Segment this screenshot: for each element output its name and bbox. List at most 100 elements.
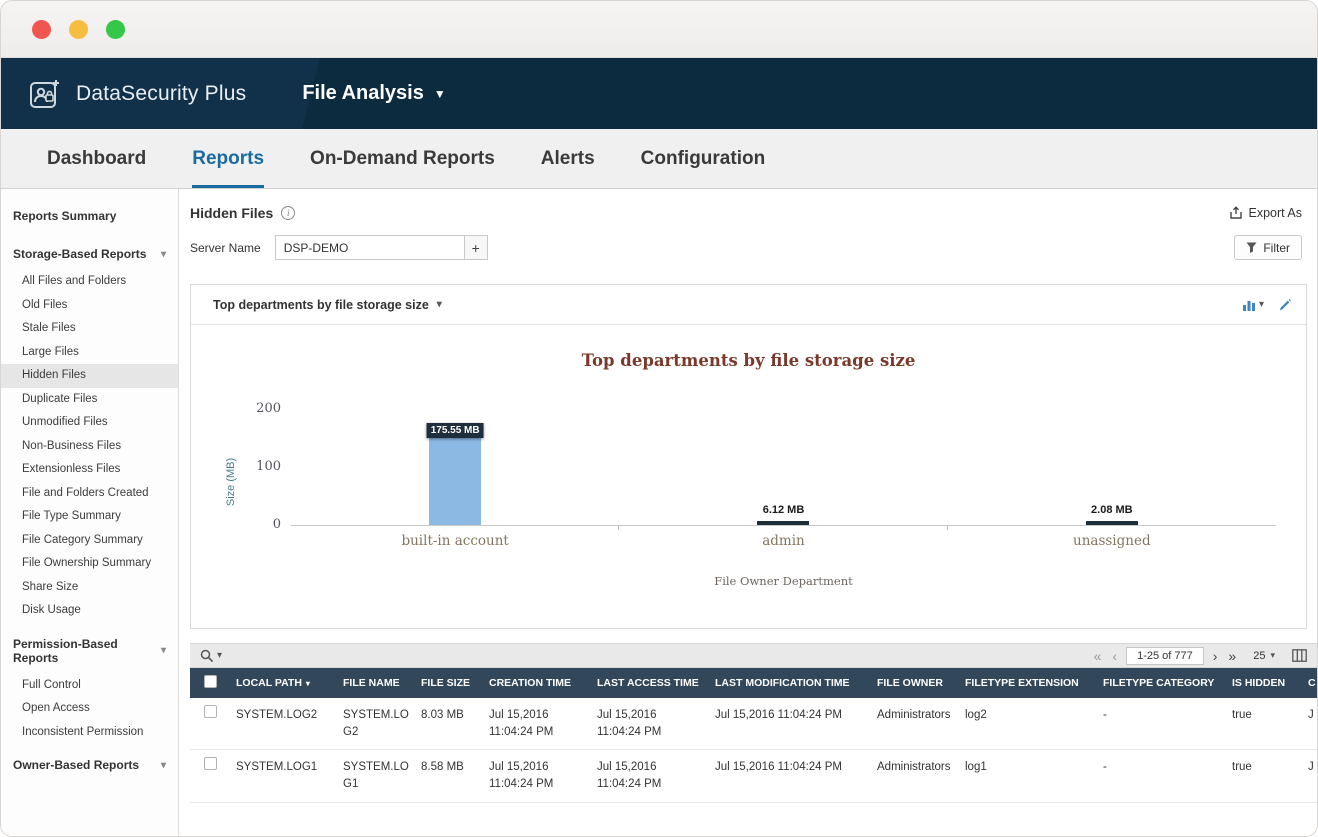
- chevron-down-icon: ▼: [434, 87, 446, 101]
- bar-value-label: 6.12 MB: [763, 504, 805, 516]
- sidebar-item-all-files-and-folders[interactable]: All Files and Folders: [1, 270, 178, 294]
- sidebar-item-non-business-files[interactable]: Non-Business Files: [1, 435, 178, 459]
- server-name-label: Server Name: [190, 241, 261, 255]
- cell-file-size: 8.03 MB: [415, 698, 483, 750]
- sidebar-item-share-size[interactable]: Share Size: [1, 576, 178, 600]
- column-header-last-access-time[interactable]: LAST ACCESS TIME: [591, 668, 709, 698]
- nav-tab-dashboard[interactable]: Dashboard: [47, 129, 146, 188]
- x-axis-label: File Owner Department: [261, 574, 1306, 628]
- filter-label: Filter: [1263, 241, 1290, 255]
- last-page-button[interactable]: »: [1226, 649, 1238, 663]
- cell-file-name: SYSTEM.LOG1: [337, 750, 415, 802]
- chart-bar-group: 2.08 MBunassigned: [948, 410, 1276, 525]
- page-size-dropdown[interactable]: 25 ▾: [1253, 650, 1275, 662]
- chevron-down-icon: ▾: [161, 645, 166, 656]
- filter-button[interactable]: Filter: [1234, 235, 1302, 260]
- sidebar-item-inconsistent-permission[interactable]: Inconsistent Permission: [1, 721, 178, 745]
- table-toolbar: ▾ « ‹ 1-25 of 777 › » 25 ▾: [190, 643, 1317, 668]
- sidebar-item-old-files[interactable]: Old Files: [1, 294, 178, 318]
- sidebar-item-file-and-folders-created[interactable]: File and Folders Created: [1, 482, 178, 506]
- column-header-filetype-category[interactable]: FILETYPE CATEGORY: [1097, 668, 1226, 698]
- select-all-checkbox[interactable]: [204, 675, 217, 688]
- column-header-file-owner[interactable]: FILE OWNER: [871, 668, 959, 698]
- chevron-down-icon: ▾: [1259, 299, 1264, 310]
- sidebar-item-file-ownership-summary[interactable]: File Ownership Summary: [1, 552, 178, 576]
- nav-tab-alerts[interactable]: Alerts: [541, 129, 595, 188]
- chevron-down-icon: ▾: [1270, 650, 1275, 661]
- column-header-local-path[interactable]: LOCAL PATH▾: [230, 668, 337, 698]
- column-header-file-name[interactable]: FILE NAME: [337, 668, 415, 698]
- chevron-down-icon: ▾: [437, 299, 442, 310]
- sidebar-item-duplicate-files[interactable]: Duplicate Files: [1, 388, 178, 412]
- brand: DataSecurity Plus: [27, 76, 246, 112]
- sidebar-item-reports-summary[interactable]: Reports Summary: [1, 195, 178, 233]
- sidebar-item-stale-files[interactable]: Stale Files: [1, 317, 178, 341]
- search-button[interactable]: ▾: [200, 649, 222, 663]
- column-header-file-size[interactable]: FILE SIZE: [415, 668, 483, 698]
- table-body: SYSTEM.LOG2SYSTEM.LOG28.03 MBJul 15,2016…: [190, 698, 1317, 802]
- chart-bar-group: 175.55 MBbuilt-in account: [291, 410, 619, 525]
- export-as-button[interactable]: Export As: [1229, 206, 1303, 220]
- cell-c: J: [1302, 750, 1317, 802]
- chevron-down-icon: ▾: [217, 650, 222, 661]
- column-header-c[interactable]: C: [1302, 668, 1317, 698]
- nav-tab-reports[interactable]: Reports: [192, 129, 264, 188]
- bar-chart-icon: [1242, 298, 1257, 312]
- maximize-button[interactable]: [106, 20, 125, 39]
- close-button[interactable]: [32, 20, 51, 39]
- chart-bar[interactable]: [429, 423, 481, 525]
- sidebar-section-owner-based-reports[interactable]: Owner-Based Reports▾: [1, 744, 178, 781]
- chart-style-button[interactable]: ▾: [1242, 298, 1264, 312]
- sidebar-item-full-control[interactable]: Full Control: [1, 674, 178, 698]
- info-icon[interactable]: i: [281, 206, 295, 220]
- chart-card-header: Top departments by file storage size ▾ ▾: [191, 285, 1306, 325]
- cell-file-owner: Administrators: [871, 698, 959, 750]
- sidebar-item-large-files[interactable]: Large Files: [1, 341, 178, 365]
- column-chooser-icon: [1292, 649, 1307, 662]
- y-tick-label: 100: [247, 459, 281, 474]
- x-category-label: admin: [619, 533, 947, 549]
- table-row[interactable]: SYSTEM.LOG2SYSTEM.LOG28.03 MBJul 15,2016…: [190, 698, 1317, 750]
- sidebar-item-file-category-summary[interactable]: File Category Summary: [1, 529, 178, 553]
- column-header-filetype-extension[interactable]: FILETYPE EXTENSION: [959, 668, 1097, 698]
- sidebar-section-permission-based-reports[interactable]: Permission-Based Reports▾: [1, 623, 178, 674]
- first-page-button[interactable]: «: [1092, 649, 1104, 663]
- sidebar-item-extensionless-files[interactable]: Extensionless Files: [1, 458, 178, 482]
- column-header-last-modification-time[interactable]: LAST MODIFICATION TIME: [709, 668, 871, 698]
- sidebar-item-open-access[interactable]: Open Access: [1, 697, 178, 721]
- edit-chart-button[interactable]: [1278, 298, 1292, 312]
- axis-tick: [618, 525, 619, 530]
- cell-local-path: SYSTEM.LOG1: [230, 750, 337, 802]
- column-header-is-hidden[interactable]: IS HIDDEN: [1226, 668, 1302, 698]
- minimize-button[interactable]: [69, 20, 88, 39]
- sidebar-section-storage-based-reports[interactable]: Storage-Based Reports▾: [1, 233, 178, 270]
- bar-value-label: 175.55 MB: [427, 423, 484, 438]
- cell-c: J: [1302, 698, 1317, 750]
- chart-bar[interactable]: [1086, 521, 1138, 525]
- next-page-button[interactable]: ›: [1211, 649, 1220, 663]
- add-server-button[interactable]: +: [465, 235, 488, 260]
- chart-bar[interactable]: [757, 521, 809, 525]
- sidebar-item-hidden-files[interactable]: Hidden Files: [1, 364, 178, 388]
- sidebar-item-unmodified-files[interactable]: Unmodified Files: [1, 411, 178, 435]
- nav-tab-configuration[interactable]: Configuration: [641, 129, 766, 188]
- chart-card: Top departments by file storage size ▾ ▾: [190, 284, 1307, 629]
- table-row[interactable]: SYSTEM.LOG1SYSTEM.LOG18.58 MBJul 15,2016…: [190, 750, 1317, 802]
- module-selector[interactable]: File Analysis ▼: [302, 82, 445, 105]
- prev-page-button[interactable]: ‹: [1110, 649, 1119, 663]
- row-checkbox[interactable]: [204, 757, 217, 770]
- nav-tab-on-demand-reports[interactable]: On-Demand Reports: [310, 129, 495, 188]
- cell-last-modification-time: Jul 15,2016 11:04:24 PM: [709, 698, 871, 750]
- column-header-creation-time[interactable]: CREATION TIME: [483, 668, 591, 698]
- row-select-cell: [190, 750, 230, 802]
- server-name-input[interactable]: [275, 235, 465, 260]
- files-table: LOCAL PATH▾FILE NAMEFILE SIZECREATION TI…: [190, 668, 1317, 803]
- chart-type-dropdown[interactable]: Top departments by file storage size ▾: [213, 298, 442, 312]
- x-category-label: unassigned: [948, 533, 1276, 549]
- y-tick-label: 0: [247, 517, 281, 532]
- row-checkbox[interactable]: [204, 705, 217, 718]
- sidebar-section-label: Owner-Based Reports: [13, 758, 139, 772]
- column-chooser-button[interactable]: [1292, 649, 1307, 662]
- sidebar-item-disk-usage[interactable]: Disk Usage: [1, 599, 178, 623]
- sidebar-item-file-type-summary[interactable]: File Type Summary: [1, 505, 178, 529]
